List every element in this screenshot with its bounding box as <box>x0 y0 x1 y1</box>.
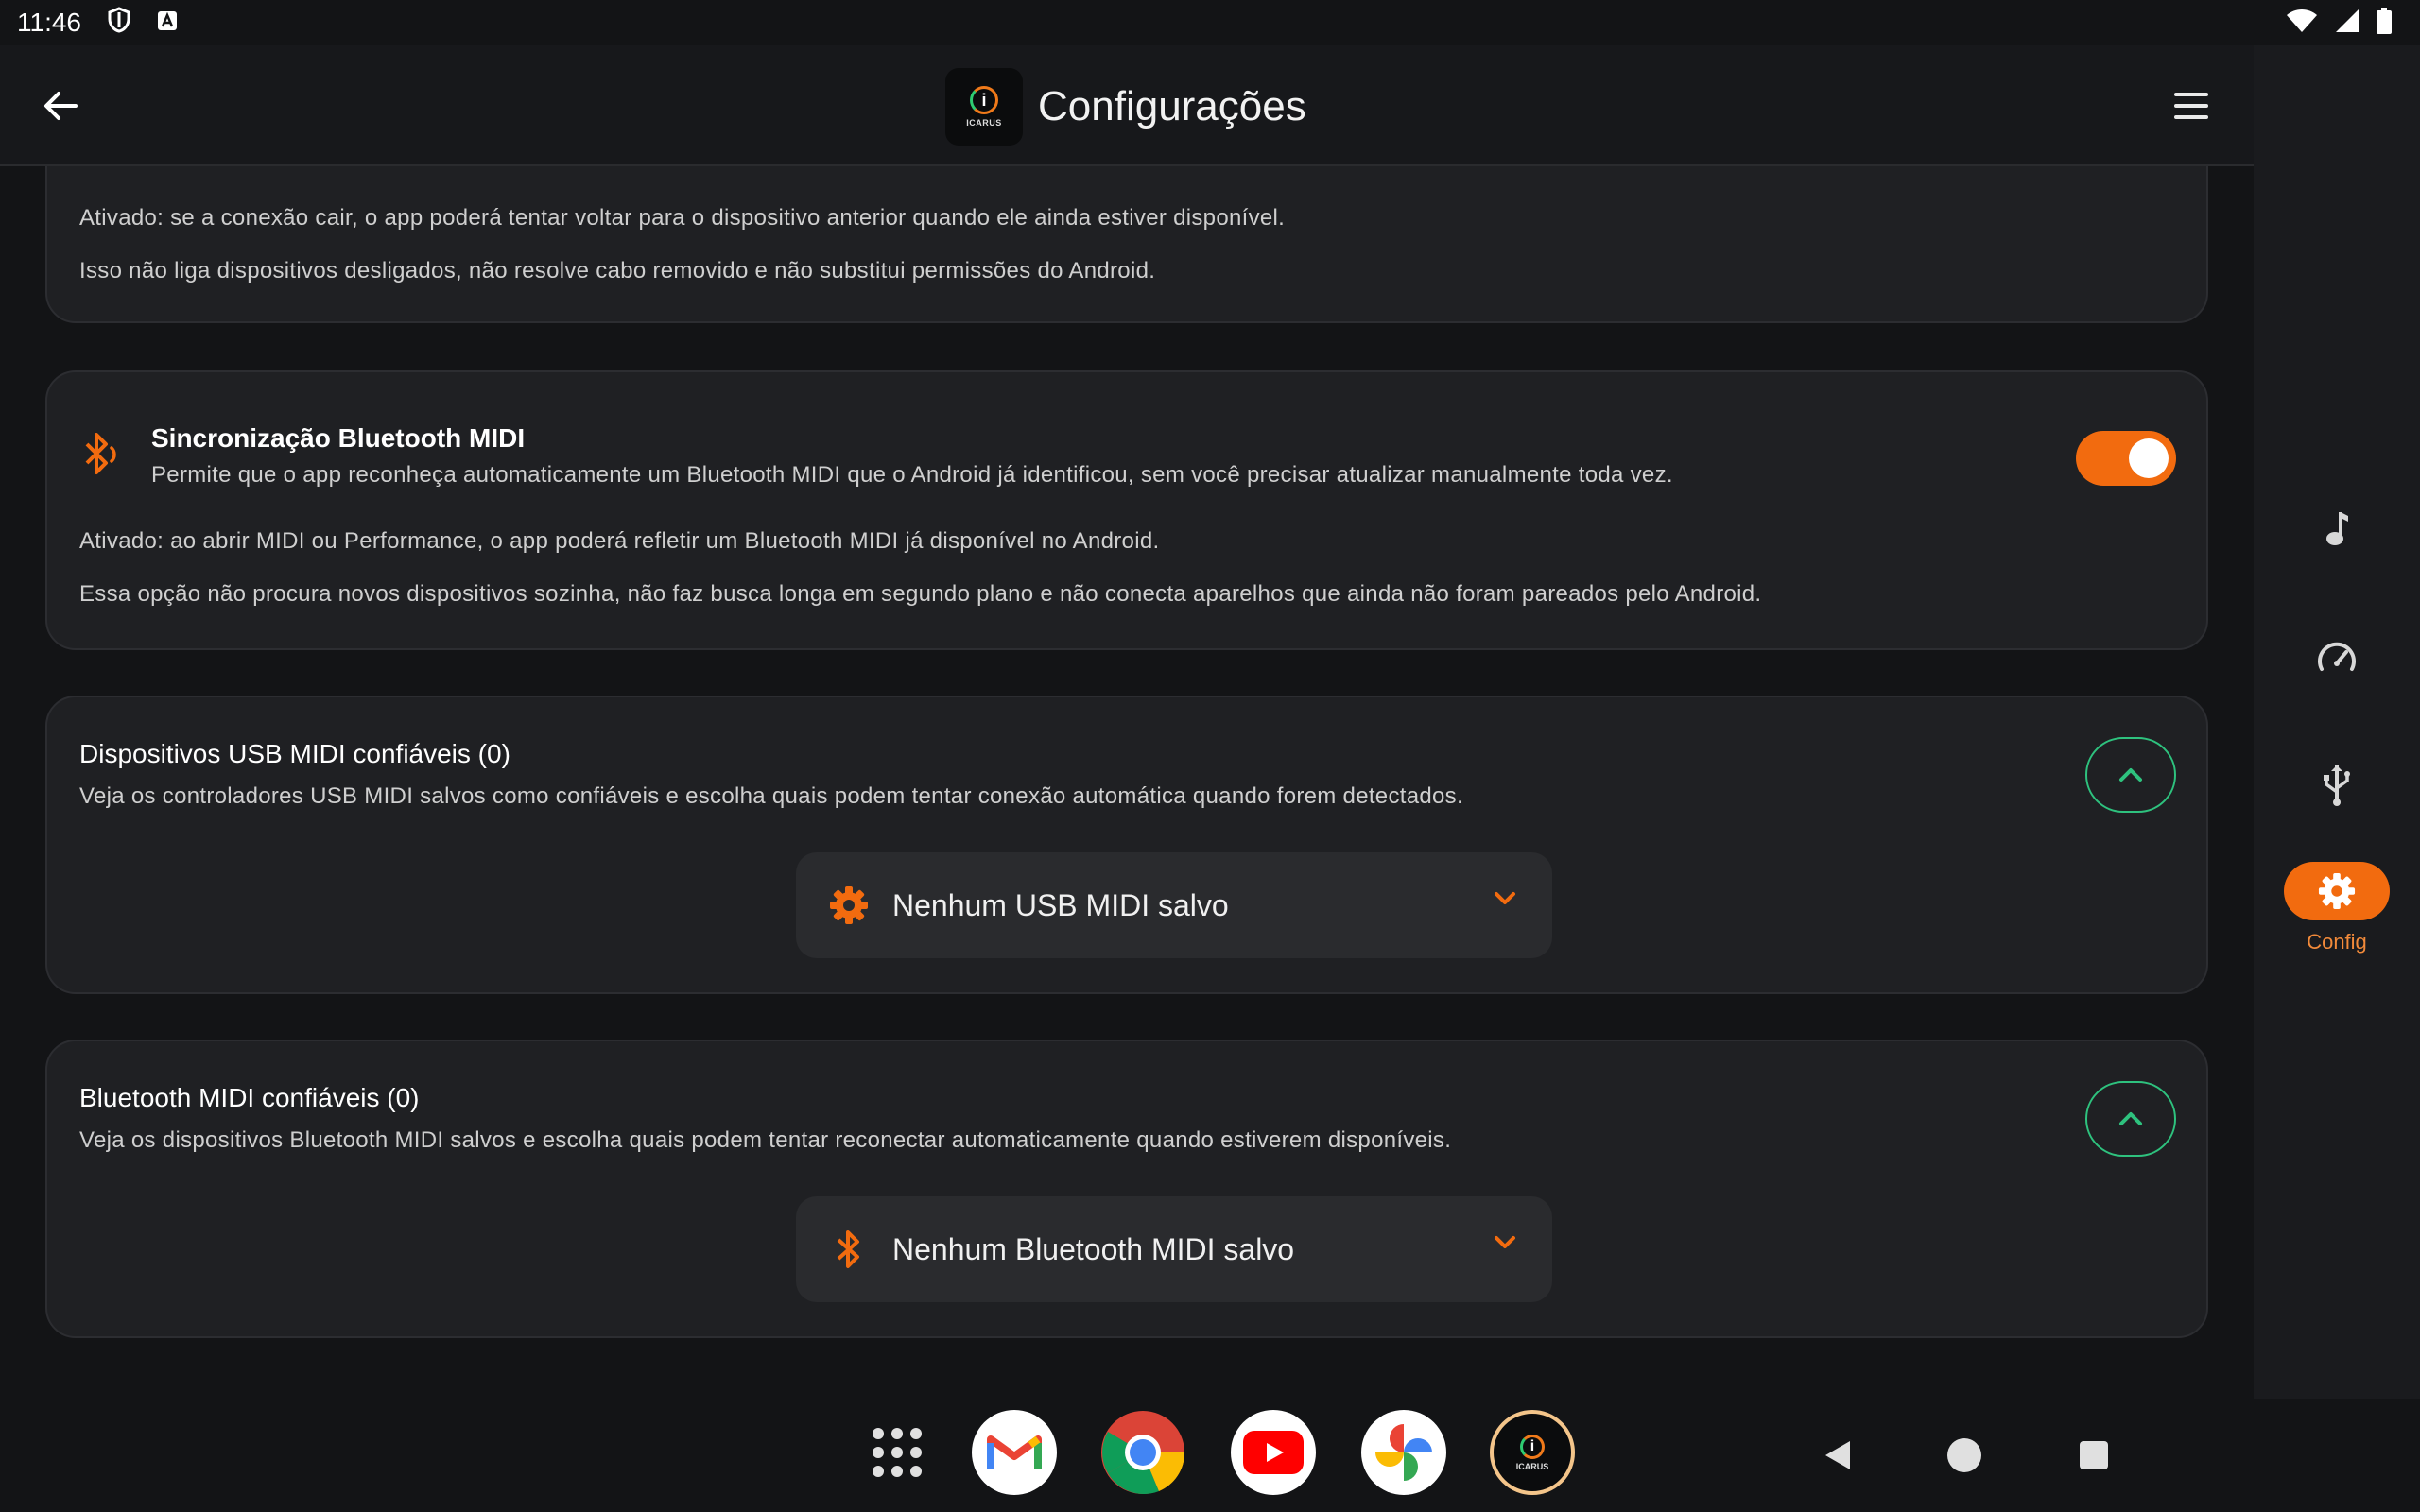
bluetooth-trusted-description: Veja os dispositivos Bluetooth MIDI salv… <box>79 1127 1452 1153</box>
nav-home-button[interactable] <box>1947 1438 1981 1472</box>
rail-item-config[interactable]: Config <box>2254 862 2420 954</box>
logo-mark-icon: i <box>970 86 998 114</box>
arrow-left-icon <box>44 92 78 120</box>
hamburger-icon-line <box>2174 93 2208 96</box>
apps-grid-icon[interactable] <box>855 1410 940 1495</box>
rail-active-indicator <box>2284 862 2390 920</box>
reconnect-detail-2: Isso não liga dispositivos desligados, n… <box>79 258 1156 284</box>
bluetooth-sync-description: Permite que o app reconheça automaticame… <box>151 462 1673 488</box>
bluetooth-trusted-card: Bluetooth MIDI confiáveis (0) Veja os di… <box>45 1040 2208 1338</box>
bluetooth-audio-icon <box>81 431 123 481</box>
rail-label-config: Config <box>2307 930 2367 954</box>
icarus-dock-label: ICARUS <box>1515 1461 1549 1471</box>
nav-back-button[interactable] <box>1819 1436 1857 1474</box>
bluetooth-dropdown-label: Nenhum Bluetooth MIDI salvo <box>892 1231 1295 1266</box>
reconnect-card: Ativado: se a conexão cair, o app poderá… <box>45 166 2208 323</box>
battery-icon <box>2377 7 2392 39</box>
navigation-rail: Config <box>2254 45 2420 1399</box>
signal-icon <box>2335 9 2360 38</box>
nav-recents-button[interactable] <box>2080 1441 2108 1469</box>
bluetooth-sync-card: Sincronização Bluetooth MIDI Permite que… <box>45 370 2208 650</box>
logo-text: ICARUS <box>966 118 1002 128</box>
usb-trusted-title: Dispositivos USB MIDI confiáveis (0) <box>79 739 510 768</box>
toggle-knob <box>2129 438 2169 478</box>
reconnect-detail-1: Ativado: se a conexão cair, o app poderá… <box>79 205 1286 231</box>
shield-icon <box>108 6 130 40</box>
bluetooth-devices-dropdown[interactable]: Nenhum Bluetooth MIDI salvo <box>796 1196 1552 1302</box>
bluetooth-sync-detail-1: Ativado: ao abrir MIDI ou Performance, o… <box>79 528 1160 554</box>
icarus-app-icon[interactable]: i ICARUS <box>1490 1410 1575 1495</box>
logo-mark-icon: i <box>1519 1434 1545 1459</box>
chevron-down-icon <box>1492 1234 1518 1256</box>
page-title: Configurações <box>1038 83 1306 129</box>
triangle-back-icon <box>1825 1441 1850 1469</box>
speedometer-icon <box>2318 642 2356 671</box>
back-button[interactable] <box>38 83 83 129</box>
gear-icon <box>828 885 870 926</box>
photos-icon[interactable] <box>1361 1410 1446 1495</box>
taskbar <box>0 1399 2420 1512</box>
app-title-group: i ICARUS Configurações <box>945 68 1306 146</box>
bluetooth-icon <box>828 1228 870 1270</box>
hamburger-icon-line <box>2174 104 2208 108</box>
chrome-icon[interactable] <box>1100 1410 1185 1495</box>
rail-item-usb[interactable] <box>2254 764 2420 807</box>
usb-trusted-card: Dispositivos USB MIDI confiáveis (0) Vej… <box>45 696 2208 994</box>
gmail-icon[interactable] <box>972 1410 1057 1495</box>
chevron-down-icon <box>1492 890 1518 912</box>
bluetooth-sync-toggle[interactable] <box>2076 431 2176 486</box>
bluetooth-sync-detail-2: Essa opção não procura novos dispositivo… <box>79 581 1762 607</box>
bluetooth-collapse-button[interactable] <box>2085 1081 2176 1157</box>
music-note-icon <box>2326 512 2348 545</box>
rail-item-music[interactable] <box>2254 508 2420 550</box>
youtube-icon[interactable] <box>1231 1410 1316 1495</box>
bluetooth-trusted-title: Bluetooth MIDI confiáveis (0) <box>79 1083 420 1112</box>
menu-button[interactable] <box>2170 87 2212 125</box>
usb-trusted-description: Veja os controladores USB MIDI salvos co… <box>79 783 1463 809</box>
status-bar: 11:46 <box>0 0 2420 45</box>
wifi-icon <box>2286 9 2318 38</box>
app-bar: i ICARUS Configurações <box>0 45 2254 166</box>
rail-item-performance[interactable] <box>2254 641 2420 675</box>
usb-devices-dropdown[interactable]: Nenhum USB MIDI salvo <box>796 852 1552 958</box>
hamburger-icon-line <box>2174 115 2208 119</box>
usb-dropdown-label: Nenhum USB MIDI salvo <box>892 887 1229 922</box>
status-time: 11:46 <box>17 8 81 37</box>
app-logo: i ICARUS <box>945 68 1023 146</box>
gear-icon <box>2318 872 2356 910</box>
bluetooth-sync-title: Sincronização Bluetooth MIDI <box>151 423 526 453</box>
settings-content[interactable]: Ativado: se a conexão cair, o app poderá… <box>0 166 2254 1399</box>
usb-icon <box>2324 765 2350 806</box>
chevron-up-icon <box>2119 768 2142 782</box>
keyboard-a-icon <box>157 8 178 38</box>
usb-collapse-button[interactable] <box>2085 737 2176 813</box>
chevron-up-icon <box>2119 1112 2142 1125</box>
